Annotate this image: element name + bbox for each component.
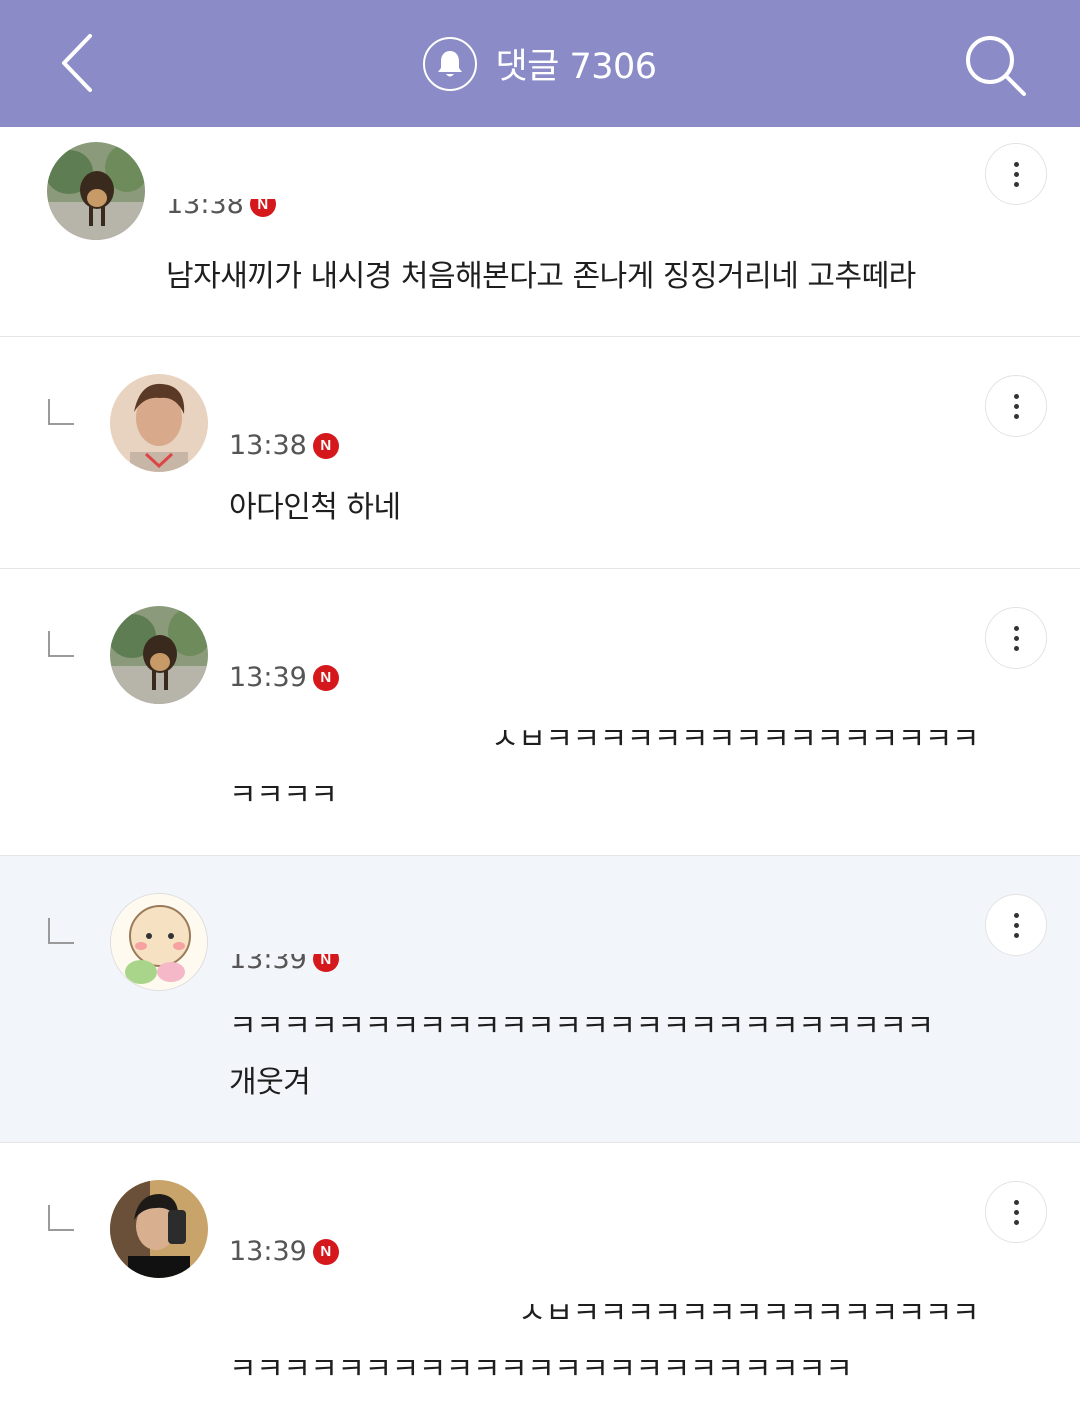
- comment-text: ㅋㅋㅋㅋㅋㅋㅋㅋㅋㅋㅋㅋㅋㅋㅋㅋㅋㅋㅋㅋㅋㅋㅋㅋㅋㅋ 개웃겨: [229, 1009, 934, 1100]
- more-options-button[interactable]: [985, 143, 1047, 205]
- comment-text: ㅅㅂㅋㅋㅋㅋㅋㅋㅋㅋㅋㅋㅋㅋㅋㅋㅋ ㅋㅋㅋㅋㅋㅋㅋㅋㅋㅋㅋㅋㅋㅋㅋㅋㅋㅋㅋㅋㅋㅋ…: [229, 1296, 980, 1387]
- search-button[interactable]: [960, 30, 1030, 100]
- avatar[interactable]: [110, 893, 208, 991]
- avatar[interactable]: [110, 1180, 208, 1278]
- comment-reply: 13:38 N 아다인척 하네: [0, 337, 1080, 569]
- avatar[interactable]: [47, 142, 145, 240]
- more-options-button[interactable]: [985, 1181, 1047, 1243]
- comment-meta: 13:39 N: [229, 954, 339, 978]
- more-options-button[interactable]: [985, 375, 1047, 437]
- comment-item: 13:38 N 남자새끼가 내시경 처음해본다고 존나게 징징거리네 고추떼라: [0, 127, 1080, 337]
- comment-time: 13:38: [166, 199, 244, 220]
- notification-button[interactable]: [423, 36, 478, 91]
- comment-text: ㅅㅂㅋㅋㅋㅋㅋㅋㅋㅋㅋㅋㅋㅋㅋㅋㅋㅋ ㅋㅋㅋㅋ: [229, 722, 980, 813]
- bell-icon: [438, 50, 463, 76]
- new-badge: N: [312, 664, 339, 691]
- new-badge: N: [312, 954, 339, 972]
- comment-time: 13:39: [229, 1236, 307, 1267]
- new-badge: N: [249, 199, 276, 217]
- comment-meta: 13:38 N: [166, 199, 276, 223]
- comment-meta: 13:39 N: [229, 662, 339, 693]
- comment-time: 13:39: [229, 662, 307, 693]
- comment-meta: 13:38 N: [229, 430, 339, 461]
- avatar[interactable]: [110, 374, 208, 472]
- reply-arrow-icon: [48, 918, 74, 944]
- back-button[interactable]: [50, 28, 110, 98]
- new-badge: N: [312, 1238, 339, 1265]
- comment-text: 남자새끼가 내시경 처음해본다고 존나게 징징거리네 고추떼라: [166, 259, 916, 294]
- more-options-button[interactable]: [985, 607, 1047, 669]
- comment-reply: 13:39 N ㅅㅂㅋㅋㅋㅋㅋㅋㅋㅋㅋㅋㅋㅋㅋㅋㅋ ㅋㅋㅋㅋㅋㅋㅋㅋㅋㅋㅋㅋㅋㅋ…: [0, 1143, 1080, 1422]
- chevron-left-icon: [62, 34, 92, 92]
- comment-reply: 13:39 N ㅅㅂㅋㅋㅋㅋㅋㅋㅋㅋㅋㅋㅋㅋㅋㅋㅋㅋ ㅋㅋㅋㅋ: [0, 569, 1080, 856]
- comment-text: 아다인척 하네: [229, 490, 401, 525]
- comment-time: 13:38: [229, 430, 307, 461]
- search-icon: [966, 36, 1026, 96]
- reply-arrow-icon: [48, 399, 74, 425]
- comment-reply: 13:39 N ㅋㅋㅋㅋㅋㅋㅋㅋㅋㅋㅋㅋㅋㅋㅋㅋㅋㅋㅋㅋㅋㅋㅋㅋㅋㅋ 개웃겨: [0, 856, 1080, 1143]
- page-title: 댓글 7306: [495, 47, 657, 87]
- title-group: 댓글 7306: [423, 36, 657, 91]
- more-options-button[interactable]: [985, 894, 1047, 956]
- reply-arrow-icon: [48, 631, 74, 657]
- avatar[interactable]: [110, 606, 208, 704]
- new-badge: N: [312, 432, 339, 459]
- top-bar: 댓글 7306: [0, 0, 1080, 127]
- comment-meta: 13:39 N: [229, 1236, 339, 1267]
- comment-time: 13:39: [229, 954, 307, 975]
- reply-arrow-icon: [48, 1205, 74, 1231]
